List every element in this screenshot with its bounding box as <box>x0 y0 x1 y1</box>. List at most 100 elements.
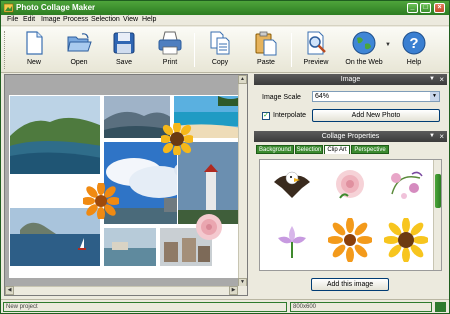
on-the-web-button[interactable]: On the Web <box>340 30 388 70</box>
resize-grip-icon[interactable] <box>435 302 446 312</box>
print-label: Print <box>162 59 178 66</box>
on-the-web-label: On the Web <box>345 59 383 66</box>
scroll-up-arrow-icon[interactable]: ▲ <box>238 75 247 84</box>
panel-dropdown-icon[interactable]: ▼ <box>429 131 435 142</box>
collage-properties-header: Collage Properties ▼ × <box>254 131 447 142</box>
preview-button[interactable]: Preview <box>294 30 338 70</box>
scrollbar-corner <box>238 286 247 295</box>
collage-clipart-orange-flower[interactable] <box>83 183 119 219</box>
collage-clipart-sunflower[interactable] <box>161 123 193 155</box>
tab-clip-art[interactable]: Clip Art <box>324 145 350 154</box>
chevron-down-icon[interactable]: ▼ <box>430 92 439 101</box>
menu-selection[interactable]: Selection <box>91 16 120 23</box>
menu-view[interactable]: View <box>123 16 138 23</box>
save-label: Save <box>116 59 132 66</box>
clipart-eagle[interactable] <box>270 164 314 208</box>
menu-help[interactable]: Help <box>142 16 156 23</box>
globe-icon <box>352 31 376 55</box>
collage-photo-coast[interactable] <box>9 95 101 175</box>
clipart-pink-rose[interactable] <box>328 164 372 208</box>
status-message: New project <box>3 302 287 312</box>
copy-icon <box>210 31 230 55</box>
image-panel-title: Image <box>340 76 361 83</box>
scroll-right-arrow-icon[interactable]: ▶ <box>229 286 238 295</box>
image-scale-label: Image Scale <box>262 94 301 101</box>
floral-ornament-icon <box>391 171 423 199</box>
canvas-horizontal-scrollbar[interactable]: ◀ ▶ <box>5 286 238 295</box>
app-logo-icon <box>4 3 14 13</box>
open-button[interactable]: Open <box>57 30 101 70</box>
help-question-icon: ? <box>402 31 426 55</box>
help-button[interactable]: ? Help <box>392 30 436 70</box>
pink-rose-icon <box>336 170 364 199</box>
copy-label: Copy <box>211 59 229 66</box>
tab-perspective[interactable]: Perspective <box>351 145 389 154</box>
toolbar-grip[interactable] <box>4 31 7 69</box>
svg-text:?: ? <box>409 35 418 52</box>
save-button[interactable]: Save <box>102 30 146 70</box>
app-window: Photo Collage Maker _ □ × File Edit Imag… <box>0 0 450 314</box>
panel-close-icon[interactable]: × <box>439 74 444 85</box>
orange-gerbera-icon <box>327 217 373 263</box>
title-bar: Photo Collage Maker _ □ × <box>1 1 449 15</box>
clipart-yellow-sunflower[interactable] <box>383 217 429 263</box>
close-button[interactable]: × <box>434 3 445 13</box>
tab-selection[interactable]: Selection <box>295 145 323 154</box>
clip-art-scroll-thumb[interactable] <box>435 174 441 208</box>
interpolate-checkbox[interactable]: ✓ <box>262 112 270 120</box>
maximize-button[interactable]: □ <box>420 3 431 13</box>
status-canvas-size: 800x600 <box>290 302 432 312</box>
tab-background[interactable]: Background <box>256 145 294 154</box>
eagle-icon <box>274 171 310 198</box>
clip-art-gallery <box>259 159 442 271</box>
collage-properties-panel: Background Selection Clip Art Perspectiv… <box>254 142 447 297</box>
new-document-icon <box>26 31 43 55</box>
collage-photo-shore[interactable] <box>103 227 157 267</box>
paste-clipboard-icon <box>255 31 277 56</box>
add-new-photo-button[interactable]: Add New Photo <box>312 109 440 122</box>
save-disk-icon <box>113 32 135 54</box>
copy-button[interactable]: Copy <box>198 30 242 70</box>
menu-file[interactable]: File <box>7 16 18 23</box>
toolbar-separator <box>291 33 292 67</box>
collage-properties-title: Collage Properties <box>321 133 380 140</box>
minimize-button[interactable]: _ <box>407 3 418 13</box>
new-button[interactable]: New <box>12 30 56 70</box>
collage-clipart-rose[interactable] <box>193 211 225 243</box>
print-button[interactable]: Print <box>148 30 192 70</box>
collage-page[interactable] <box>9 95 245 278</box>
purple-lily-icon <box>278 226 306 258</box>
image-panel-header: Image ▼ × <box>254 74 447 85</box>
toolbar: New Open Save Print Copy Paste Preview O… <box>1 27 449 73</box>
menu-bar: File Edit Image Process Selection View H… <box>1 15 449 26</box>
menu-process[interactable]: Process <box>63 16 88 23</box>
image-scale-select[interactable]: 64% ▼ <box>312 91 440 102</box>
clipart-floral-ornament[interactable] <box>384 164 428 208</box>
status-bar: New project 800x600 <box>1 299 449 313</box>
panel-dropdown-icon[interactable]: ▼ <box>429 74 435 85</box>
collage-canvas-area[interactable]: ▲ ▼ ◀ ▶ <box>4 74 248 296</box>
window-title: Photo Collage Maker <box>16 3 96 12</box>
interpolate-label: Interpolate <box>273 112 307 119</box>
scroll-left-arrow-icon[interactable]: ◀ <box>5 286 14 295</box>
panel-close-icon[interactable]: × <box>439 131 444 142</box>
paste-label: Paste <box>257 59 275 66</box>
open-folder-icon <box>67 33 92 52</box>
preview-magnifier-icon <box>307 31 326 55</box>
new-label: New <box>26 59 41 66</box>
clip-art-scrollbar[interactable] <box>433 160 441 270</box>
on-the-web-dropdown-arrow-icon[interactable]: ▼ <box>385 42 391 48</box>
preview-label: Preview <box>303 59 329 66</box>
add-this-image-button[interactable]: Add this image <box>311 278 389 291</box>
printer-icon <box>158 31 182 55</box>
clipart-orange-gerbera[interactable] <box>327 217 373 263</box>
yellow-sunflower-icon <box>383 217 429 263</box>
clipart-purple-lily[interactable] <box>270 218 314 262</box>
menu-edit[interactable]: Edit <box>23 16 35 23</box>
image-panel: Image Scale 64% ▼ ✓ Interpolate Add New … <box>254 85 447 129</box>
open-label: Open <box>70 59 88 66</box>
menu-image[interactable]: Image <box>41 16 60 23</box>
help-label: Help <box>406 59 422 66</box>
paste-button[interactable]: Paste <box>244 30 288 70</box>
canvas-vertical-scrollbar[interactable]: ▲ ▼ <box>238 75 247 287</box>
